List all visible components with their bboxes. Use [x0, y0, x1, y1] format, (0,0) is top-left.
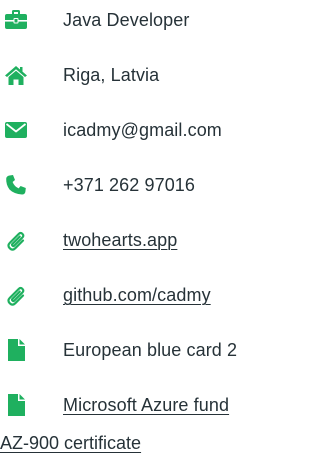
- contact-item-blue-card: European blue card 2: [0, 332, 270, 368]
- contact-item-email: icadmy@gmail.com: [0, 112, 270, 148]
- website-link[interactable]: twohearts.app: [63, 222, 177, 258]
- contact-item-phone: +371 262 97016: [0, 167, 270, 203]
- paperclip-icon: [4, 222, 28, 258]
- file-icon: [4, 387, 28, 423]
- contact-text: European blue card 2: [63, 340, 238, 360]
- contact-item-location: Riga, Latvia: [0, 57, 270, 93]
- contact-text: Riga, Latvia: [63, 65, 160, 85]
- contact-item-website: twohearts.app: [0, 222, 270, 258]
- azure-certificate-link-continuation[interactable]: AZ-900 certificate: [0, 425, 141, 461]
- contact-item-azure-certificate: Microsoft Azure fund: [0, 387, 270, 423]
- briefcase-icon: [4, 2, 28, 38]
- azure-certificate-link[interactable]: Microsoft Azure fund: [63, 387, 229, 423]
- envelope-icon: [4, 112, 28, 148]
- file-icon: [4, 332, 28, 368]
- contact-text: Java Developer: [63, 10, 190, 30]
- phone-icon: [4, 167, 28, 203]
- contact-list: Java Developer Riga, Latvia icadmy@gmail…: [0, 0, 270, 472]
- home-icon: [4, 57, 28, 93]
- paperclip-icon: [4, 277, 28, 313]
- contact-item-github: github.com/cadmy: [0, 277, 270, 313]
- github-link[interactable]: github.com/cadmy: [63, 277, 211, 313]
- contact-text: icadmy@gmail.com: [63, 120, 222, 140]
- contact-text: +371 262 97016: [63, 175, 196, 195]
- contact-item-job-title: Java Developer: [0, 2, 270, 38]
